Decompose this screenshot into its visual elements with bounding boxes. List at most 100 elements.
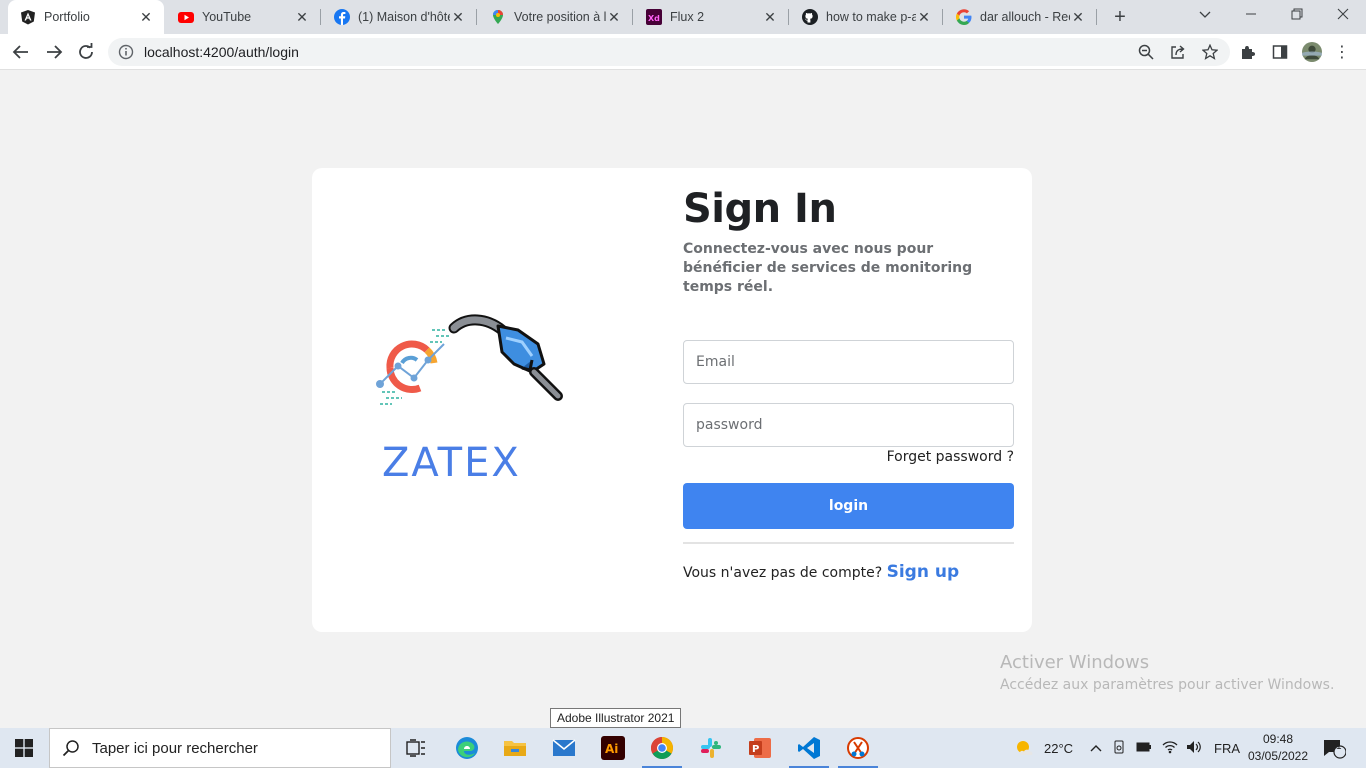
fuel-monitoring-logo-icon — [376, 314, 563, 405]
taskbar-clock[interactable]: 09:48 03/05/2022 — [1246, 731, 1310, 765]
volume-icon[interactable] — [1186, 740, 1202, 757]
weather-widget[interactable]: 22°C — [1014, 728, 1073, 768]
arrow-right-icon — [47, 45, 63, 59]
tab-separator — [632, 9, 633, 25]
slack-app[interactable] — [687, 728, 735, 768]
tab-search-button[interactable] — [1182, 0, 1228, 34]
snipping-tool-app[interactable] — [834, 728, 882, 768]
tab-title: how to make p-a — [826, 10, 916, 24]
arrow-left-icon — [12, 45, 28, 59]
page-subtitle: Connectez-vous avec nous pour bénéficier… — [683, 241, 973, 295]
clock-time: 09:48 — [1262, 732, 1294, 746]
forget-password-link[interactable]: Forget password ? — [887, 449, 1014, 465]
login-form: Sign In Connectez-vous avec nous pour bé… — [683, 186, 1014, 582]
brand-name: ZATEX — [382, 440, 521, 486]
reload-button[interactable] — [74, 40, 98, 64]
close-icon[interactable]: ✕ — [916, 9, 932, 26]
battery-icon[interactable] — [1136, 741, 1152, 756]
illustrator-app[interactable]: Ai — [589, 728, 637, 768]
edge-app[interactable] — [443, 728, 491, 768]
minimize-button[interactable] — [1228, 0, 1274, 34]
close-window-button[interactable] — [1320, 0, 1366, 34]
puzzle-icon[interactable] — [1238, 42, 1258, 62]
tab-maps[interactable]: Votre position à l ✕ — [478, 0, 632, 34]
maps-pin-icon — [490, 9, 506, 25]
snipping-tool-icon — [847, 737, 869, 759]
tab-google[interactable]: dar allouch - Rec ✕ — [944, 0, 1096, 34]
reload-icon — [79, 43, 93, 59]
task-view-button[interactable] — [392, 728, 440, 768]
close-icon[interactable]: ✕ — [1070, 9, 1086, 26]
star-icon[interactable] — [1200, 42, 1220, 62]
taskbar-search[interactable]: Taper ici pour rechercher — [49, 728, 391, 768]
profile-avatar[interactable] — [1302, 42, 1322, 62]
folder-icon — [504, 741, 526, 756]
restore-icon — [1291, 8, 1303, 20]
vscode-icon — [798, 737, 820, 759]
tab-separator — [942, 9, 943, 25]
menu-icon[interactable]: ⋮ — [1334, 42, 1350, 62]
tab-title: Flux 2 — [670, 10, 705, 24]
adobe-illustrator-icon: Ai — [601, 736, 625, 760]
info-icon[interactable] — [118, 44, 134, 60]
close-icon[interactable]: ✕ — [762, 9, 778, 26]
tab-facebook[interactable]: (1) Maison d'hôte ✕ — [322, 0, 476, 34]
svg-text:Xd: Xd — [648, 14, 660, 23]
svg-text:P: P — [752, 744, 759, 755]
signup-link[interactable]: Sign up — [887, 562, 960, 582]
browser-tab-strip: Portfolio ✕ YouTube ✕ (1) Maison d'hôte … — [0, 0, 1366, 34]
tab-separator — [476, 9, 477, 25]
edge-icon — [456, 737, 478, 759]
page-title: Sign In — [683, 186, 837, 232]
browser-toolbar: localhost:4200/auth/login ⋮ — [0, 34, 1366, 70]
language-indicator[interactable]: FRA — [1214, 741, 1240, 756]
close-icon[interactable]: ✕ — [138, 9, 154, 26]
weather-sun-cloud-icon — [1017, 741, 1033, 755]
back-button[interactable] — [9, 40, 33, 64]
chevron-up-icon[interactable] — [1090, 741, 1102, 756]
powerpoint-app[interactable]: P — [736, 728, 784, 768]
chrome-icon — [651, 737, 673, 759]
restore-button[interactable] — [1274, 0, 1320, 34]
mail-app[interactable] — [540, 728, 588, 768]
tab-title: dar allouch - Rec — [980, 10, 1070, 24]
powerpoint-icon: P — [749, 738, 771, 758]
mail-icon — [552, 739, 576, 756]
tab-separator — [788, 9, 789, 25]
password-field[interactable] — [683, 403, 1014, 447]
tab-portfolio[interactable]: Portfolio ✕ — [8, 0, 164, 34]
windows-activation-watermark: Activer Windows Accédez aux paramètres p… — [1000, 652, 1334, 693]
new-tab-button[interactable]: + — [1108, 4, 1132, 30]
address-bar[interactable]: localhost:4200/auth/login — [108, 38, 1230, 66]
task-view-icon — [406, 739, 425, 757]
file-explorer-app[interactable] — [491, 728, 539, 768]
forward-button[interactable] — [42, 40, 66, 64]
windows-logo-icon — [15, 739, 33, 757]
login-button[interactable]: login — [683, 483, 1014, 529]
zoom-icon[interactable] — [1136, 42, 1156, 62]
tab-github[interactable]: how to make p-a ✕ — [790, 0, 942, 34]
adobe-xd-icon: Xd — [646, 9, 662, 25]
side-panel-icon[interactable] — [1270, 42, 1290, 62]
signup-row: Vous n'avez pas de compte? Sign up — [683, 562, 959, 582]
device-icon[interactable] — [1112, 740, 1126, 757]
tab-title: YouTube — [202, 10, 252, 24]
vscode-app[interactable] — [785, 728, 833, 768]
google-icon — [956, 9, 972, 25]
notification-center-button[interactable]: 1 — [1322, 728, 1346, 768]
extension-area: ⋮ — [1238, 42, 1350, 62]
chrome-app[interactable] — [638, 728, 686, 768]
url-text[interactable]: localhost:4200/auth/login — [144, 44, 299, 60]
tab-xd[interactable]: Xd Flux 2 ✕ — [634, 0, 788, 34]
notification-icon — [1324, 740, 1346, 759]
wifi-icon[interactable] — [1162, 740, 1178, 757]
close-icon[interactable]: ✕ — [606, 9, 622, 26]
start-button[interactable] — [0, 728, 48, 768]
chevron-down-icon — [1199, 11, 1211, 18]
email-field[interactable] — [683, 340, 1014, 384]
close-icon[interactable]: ✕ — [450, 9, 466, 26]
close-icon[interactable]: ✕ — [294, 9, 310, 26]
close-icon — [1337, 8, 1349, 20]
share-icon[interactable] — [1168, 42, 1188, 62]
tab-youtube[interactable]: YouTube ✕ — [166, 0, 320, 34]
